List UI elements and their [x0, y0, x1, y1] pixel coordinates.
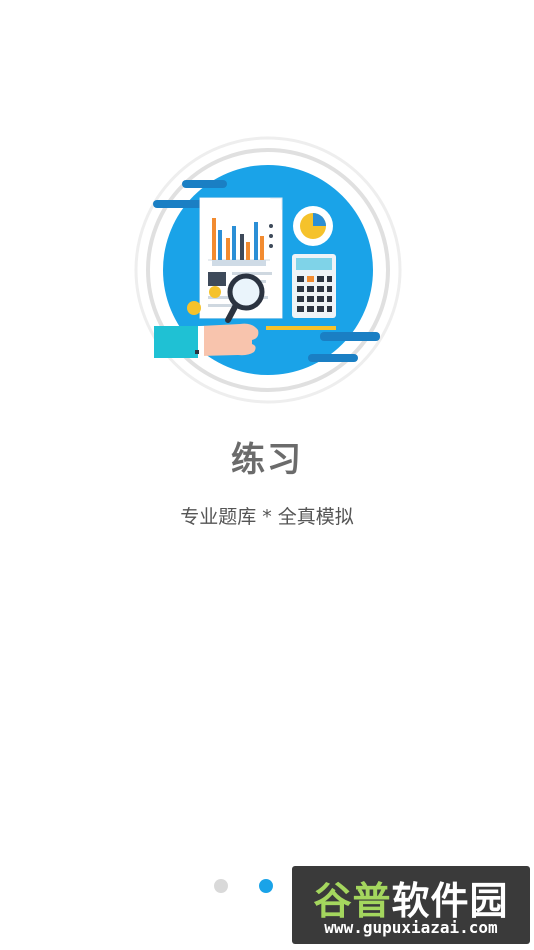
watermark-url: www.gupuxiazai.com [324, 918, 498, 937]
page-title: 练习 [231, 440, 303, 480]
page-subtitle: 专业题库 * 全真模拟 [180, 506, 354, 528]
watermark-brand-part1: 谷普 [313, 879, 392, 923]
page-indicator-dot[interactable] [214, 879, 228, 893]
page-indicator-dot-active[interactable] [259, 879, 273, 893]
data-analysis-icon [134, 136, 402, 404]
watermark-logo: 谷普软件园 www.gupuxiazai.com [292, 866, 530, 944]
watermark-brand: 谷普软件园 [292, 870, 530, 925]
onboarding-screen: 练习 专业题库 * 全真模拟 谷普软件园 www.gupuxiazai.com [0, 0, 534, 950]
page-indicator [214, 879, 294, 895]
watermark-brand-part2: 软件园 [391, 879, 509, 923]
